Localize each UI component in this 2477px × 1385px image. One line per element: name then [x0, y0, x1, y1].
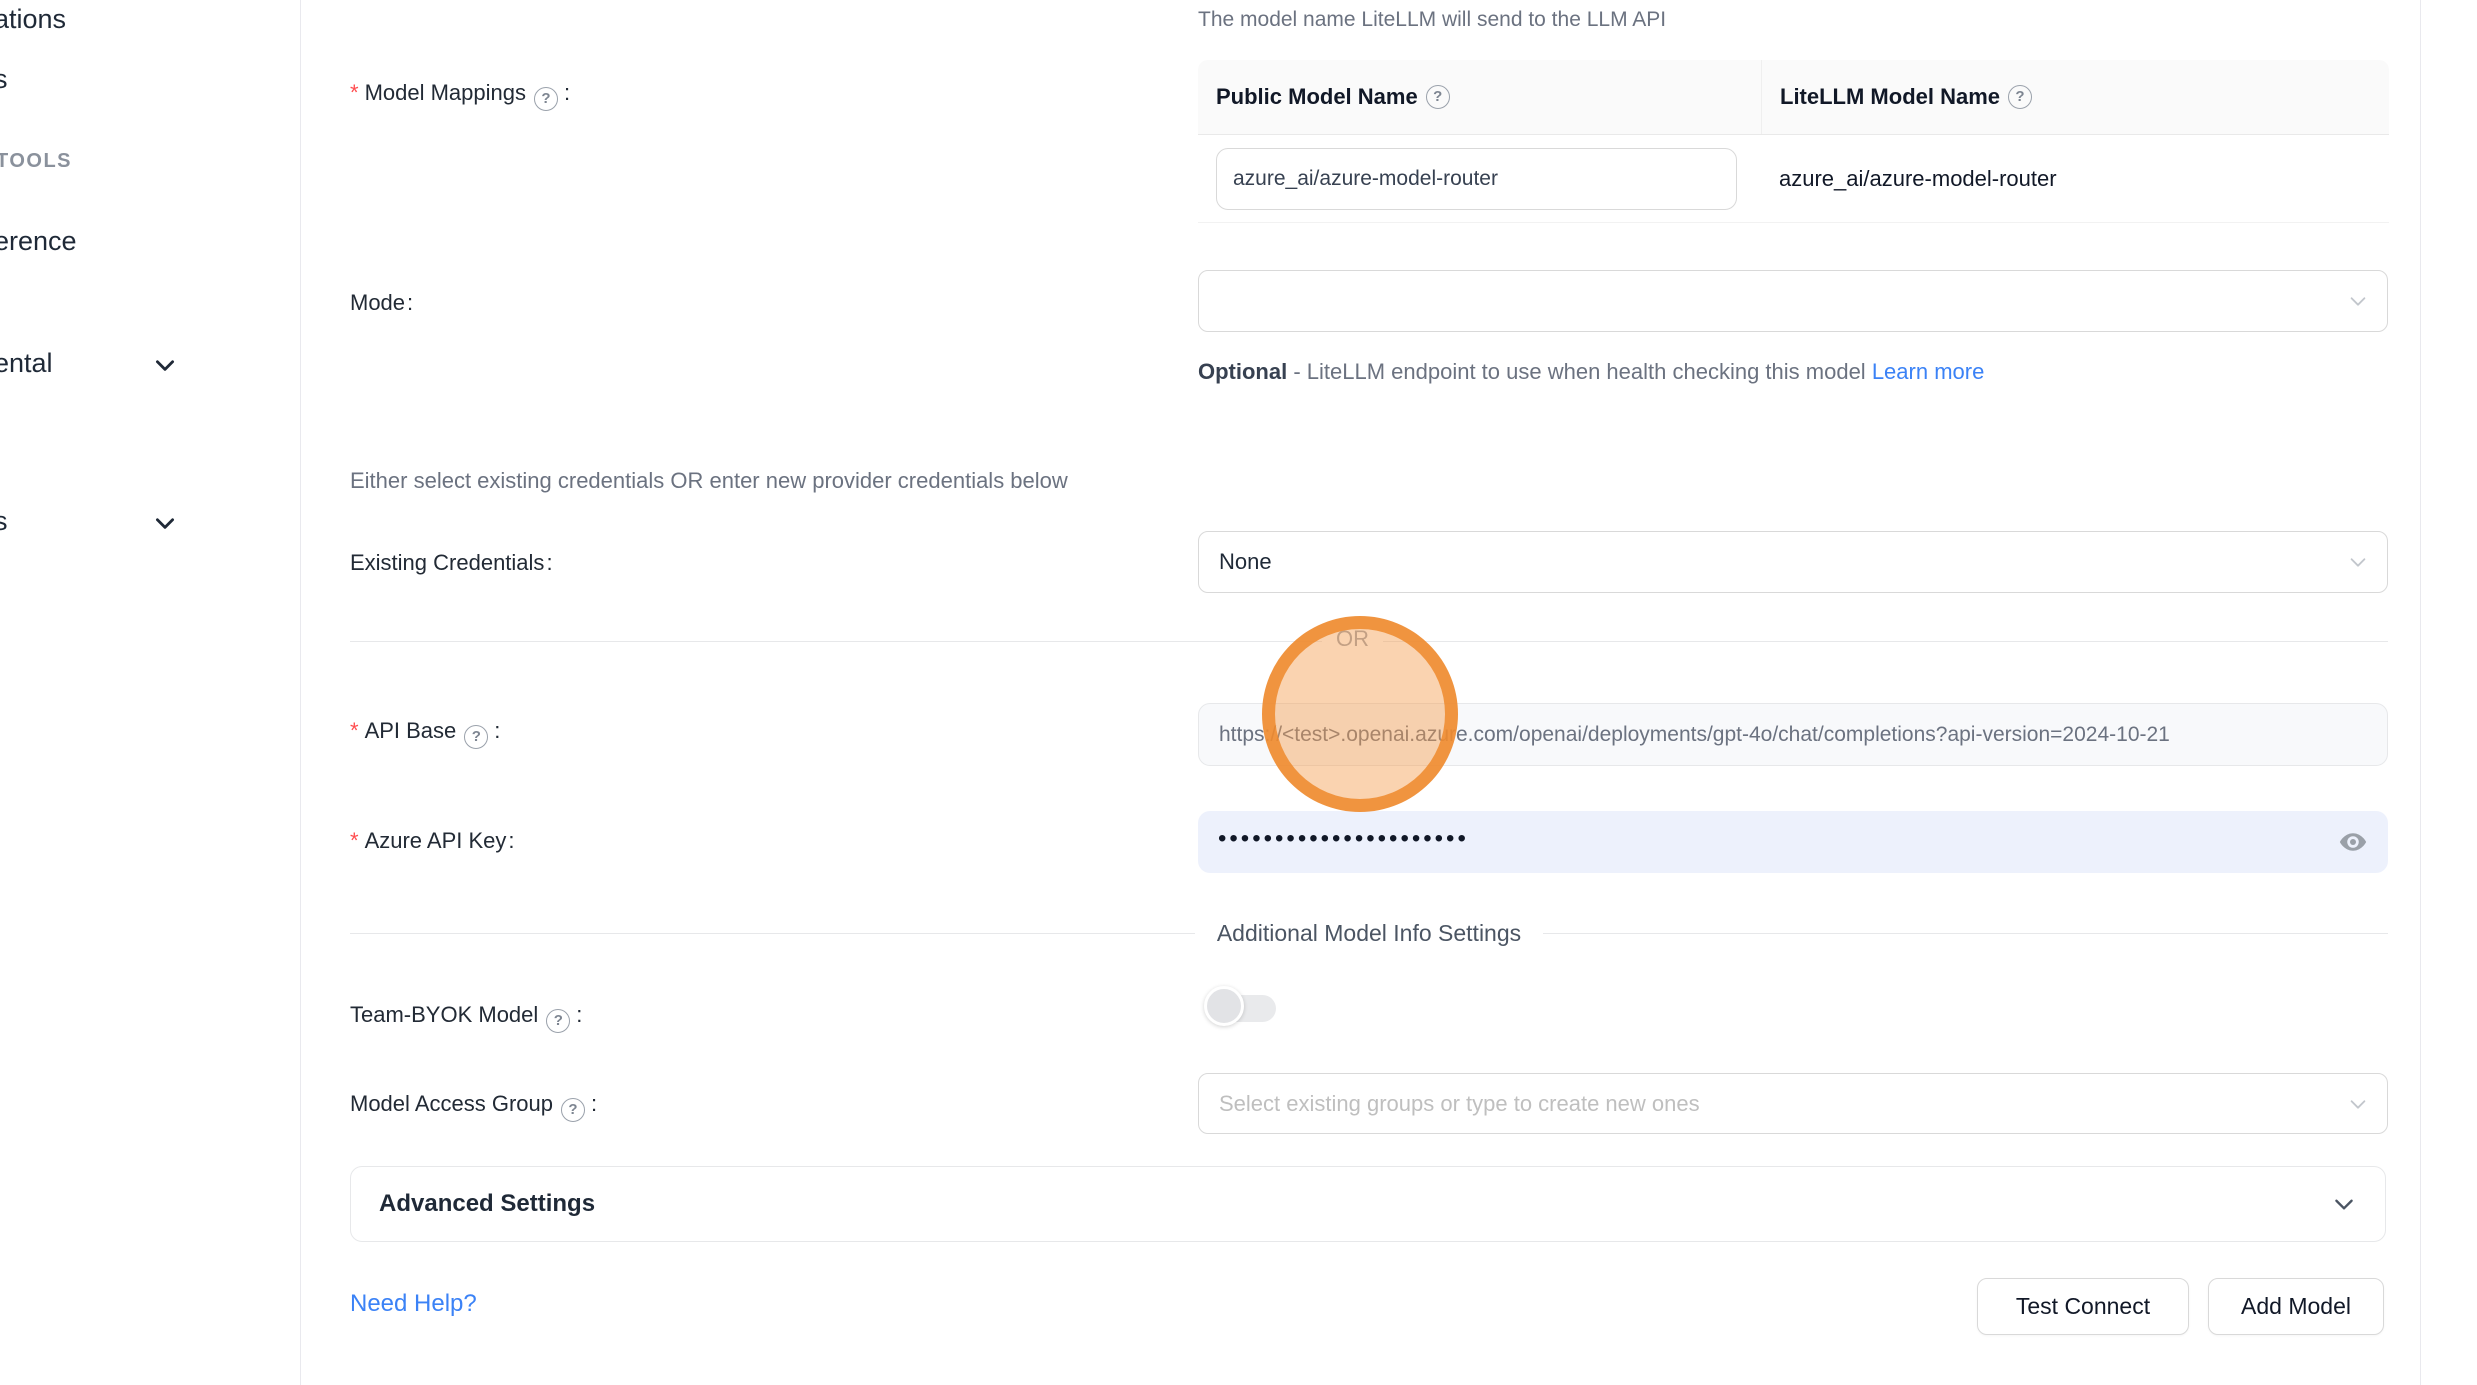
model-access-group-placeholder: Select existing groups or type to create…: [1219, 1091, 1700, 1117]
masked-api-key: ••••••••••••••••••••••: [1218, 827, 2336, 851]
add-model-button[interactable]: Add Model: [2208, 1278, 2384, 1335]
additional-settings-divider: Additional Model Info Settings: [350, 920, 2388, 947]
add-model-page: ations s TOOLS erence ental s The model …: [0, 0, 2477, 1385]
learn-more-link[interactable]: Learn more: [1872, 359, 1985, 384]
need-help-link[interactable]: Need Help?: [350, 1290, 477, 1318]
sidebar-item-settings[interactable]: s: [0, 506, 8, 537]
help-icon[interactable]: ?: [1426, 85, 1450, 109]
required-asterisk: *: [350, 718, 359, 743]
eye-icon: [2338, 827, 2368, 857]
api-base-label: *API Base?:: [350, 718, 500, 749]
help-icon[interactable]: ?: [2008, 85, 2032, 109]
credentials-note: Either select existing credentials OR en…: [350, 468, 1068, 494]
litellm-model-name-header: LiteLLM Model Name?: [1761, 60, 2036, 134]
help-icon[interactable]: ?: [561, 1098, 585, 1122]
model-name-help-text: The model name LiteLLM will send to the …: [1198, 8, 1666, 32]
chevron-down-icon: [2347, 290, 2369, 312]
toggle-knob: [1204, 986, 1244, 1026]
sidebar-item-models[interactable]: s: [0, 64, 8, 95]
required-asterisk: *: [350, 80, 359, 105]
litellm-model-name-value: azure_ai/azure-model-router: [1761, 166, 2057, 192]
chevron-down-icon: [2347, 1093, 2369, 1115]
chevron-down-icon[interactable]: [152, 352, 178, 378]
sidebar-section-tools: TOOLS: [0, 150, 72, 173]
test-connect-button[interactable]: Test Connect: [1977, 1278, 2189, 1335]
sidebar-item-organizations[interactable]: ations: [0, 4, 66, 35]
existing-credentials-select[interactable]: None: [1198, 531, 2388, 593]
help-icon[interactable]: ?: [464, 725, 488, 749]
chevron-down-icon: [2347, 551, 2369, 573]
public-model-name-header: Public Model Name?: [1198, 84, 1761, 110]
panel-left-border: [300, 0, 301, 1385]
team-byok-label: Team-BYOK Model?:: [350, 1002, 582, 1033]
sidebar-item-inference[interactable]: erence: [0, 226, 77, 257]
required-asterisk: *: [350, 828, 359, 853]
model-access-group-select[interactable]: Select existing groups or type to create…: [1198, 1073, 2388, 1134]
additional-settings-divider-label: Additional Model Info Settings: [1195, 920, 1543, 947]
sidebar-item-experimental[interactable]: ental: [0, 348, 53, 379]
table-header-row: Public Model Name? LiteLLM Model Name?: [1198, 60, 2389, 135]
reveal-password-button[interactable]: [2336, 825, 2370, 859]
azure-api-key-input[interactable]: ••••••••••••••••••••••: [1198, 811, 2388, 873]
model-mappings-table: Public Model Name? LiteLLM Model Name? a…: [1198, 60, 2389, 223]
public-model-name-input[interactable]: [1216, 148, 1737, 210]
team-byok-toggle[interactable]: [1204, 986, 1308, 1032]
existing-credentials-label: Existing Credentials:: [350, 550, 553, 576]
mode-help-text: Optional - LiteLLM endpoint to use when …: [1198, 352, 2028, 392]
model-access-group-label: Model Access Group?:: [350, 1091, 597, 1122]
advanced-settings-label: Advanced Settings: [379, 1190, 2331, 1218]
click-highlight-circle: [1262, 616, 1458, 812]
chevron-down-icon[interactable]: [152, 510, 178, 536]
existing-credentials-value: None: [1219, 549, 1272, 575]
mode-select[interactable]: [1198, 270, 2388, 332]
panel-right-border: [2420, 0, 2421, 1385]
azure-api-key-label: *Azure API Key:: [350, 828, 515, 854]
model-mappings-label: *Model Mappings?:: [350, 80, 570, 111]
mode-label: Mode:: [350, 290, 413, 316]
help-icon[interactable]: ?: [534, 87, 558, 111]
chevron-down-icon: [2331, 1191, 2357, 1217]
table-row: azure_ai/azure-model-router: [1198, 135, 2389, 223]
help-icon[interactable]: ?: [546, 1009, 570, 1033]
advanced-settings-toggle[interactable]: Advanced Settings: [350, 1166, 2386, 1242]
